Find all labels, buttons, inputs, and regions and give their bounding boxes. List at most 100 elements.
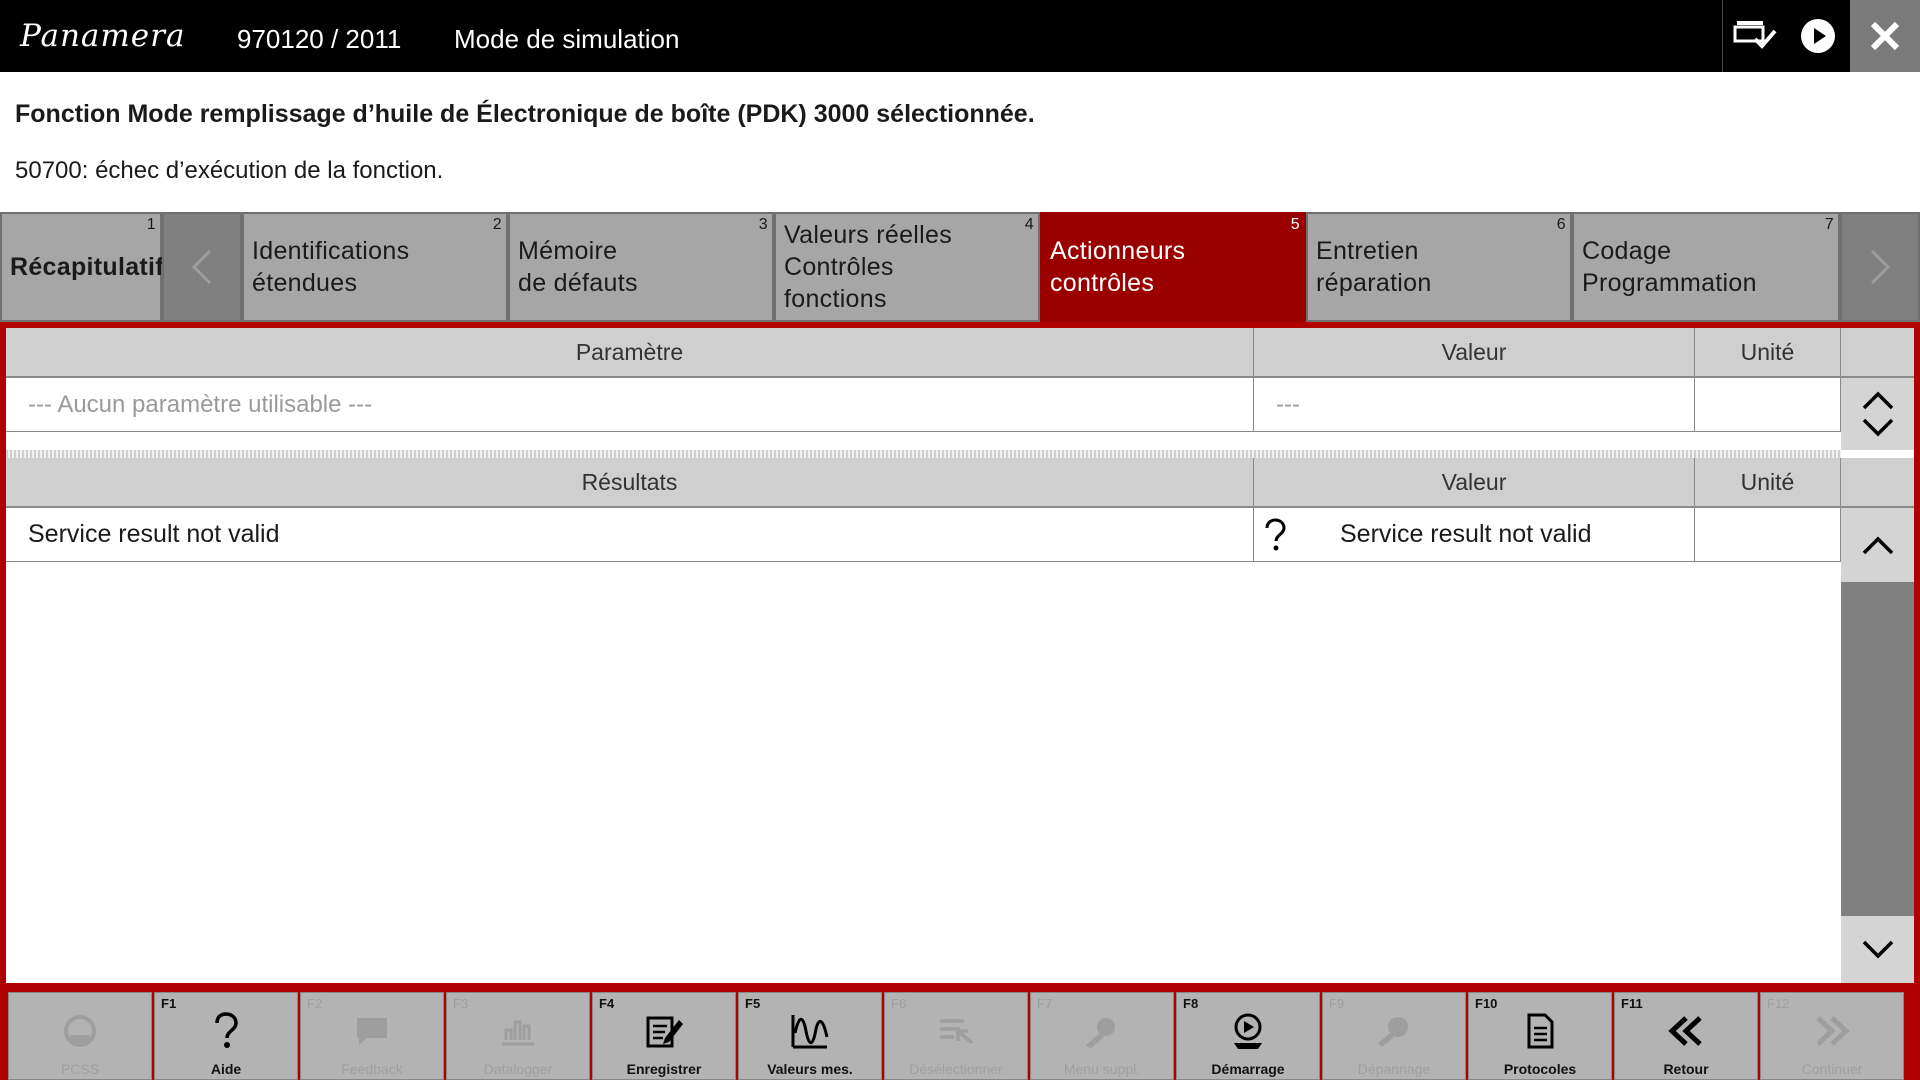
save-button[interactable]: F4 Enregistrer — [592, 992, 736, 1080]
params-scroll-control[interactable] — [1841, 378, 1914, 450]
feedback-icon — [301, 1009, 443, 1053]
table-row-unit — [1695, 378, 1841, 432]
start-icon — [1177, 1009, 1319, 1053]
chevron-down-icon — [1862, 940, 1893, 958]
tab-label: Valeurs réelles Contrôles fonctions — [784, 221, 953, 313]
continue-button[interactable]: F12 Continuer — [1760, 992, 1904, 1080]
table-row-result[interactable]: Service result not valid — [6, 508, 1254, 562]
mode-label: Mode de simulation — [454, 24, 680, 54]
deselect-button[interactable]: F6 Désélectionner — [884, 992, 1028, 1080]
button-label: Dépannage — [1357, 1061, 1431, 1077]
tab-number: 5 — [1290, 216, 1300, 233]
param-value: --- — [1276, 390, 1300, 418]
header-parametre: Paramètre — [6, 328, 1254, 378]
troubleshoot-icon — [1323, 1009, 1465, 1053]
scroll-up-button[interactable] — [1841, 508, 1914, 582]
help-button[interactable]: F1 Aide — [154, 992, 298, 1080]
back-icon — [1615, 1009, 1757, 1053]
button-label: Désélectionner — [909, 1061, 1003, 1077]
button-label: Protocoles — [1503, 1061, 1577, 1077]
tab-number: 3 — [758, 216, 768, 233]
tab-label: Mémoire de défauts — [518, 237, 638, 297]
datalogger-icon — [447, 1009, 589, 1053]
content-panel: Paramètre Valeur Unité --- Aucun paramèt… — [0, 322, 1920, 988]
measurement-icon — [739, 1009, 881, 1053]
button-label: Valeurs mes. — [767, 1061, 853, 1077]
question-icon — [1265, 517, 1286, 550]
button-label: Retour — [1663, 1061, 1709, 1077]
chevron-up-icon — [1862, 536, 1893, 555]
button-label: Feedback — [341, 1061, 403, 1077]
protocol-icon — [1469, 1009, 1611, 1053]
header-spacer — [1841, 458, 1914, 508]
tab-number: 7 — [1824, 216, 1834, 233]
button-label: Enregistrer — [626, 1061, 702, 1077]
chevron-up-icon[interactable] — [1860, 386, 1896, 414]
button-label: Aide — [210, 1061, 242, 1077]
table-row-param[interactable]: --- Aucun paramètre utilisable --- — [6, 378, 1254, 432]
tab-label: Actionneurs contrôles — [1050, 237, 1186, 297]
tab-number: 2 — [492, 216, 502, 233]
measurement-button[interactable]: F5 Valeurs mes. — [738, 992, 882, 1080]
table-row-result-value: Service result not valid — [1254, 508, 1695, 562]
back-button[interactable]: F11 Retour — [1614, 992, 1758, 1080]
close-icon[interactable] — [1850, 0, 1920, 72]
extra-menu-button[interactable]: F7 Menu suppl. — [1030, 992, 1174, 1080]
table-row-result-unit — [1695, 508, 1841, 562]
datalogger-button[interactable]: F3 Datalogger — [446, 992, 590, 1080]
save-icon — [593, 1009, 735, 1053]
header-valeur: Valeur — [1254, 328, 1695, 378]
chevron-down-icon[interactable] — [1860, 414, 1896, 442]
feedback-button[interactable]: F2 Feedback — [300, 992, 444, 1080]
button-label: Démarrage — [1211, 1061, 1285, 1077]
header-unite: Unité — [1695, 328, 1841, 378]
section-separator — [6, 450, 1841, 458]
deselect-icon — [885, 1009, 1027, 1053]
tab-actionneurs[interactable]: 5 Actionneurs contrôles — [1040, 212, 1306, 322]
protocol-button[interactable]: F10 Protocoles — [1468, 992, 1612, 1080]
tab-number: 1 — [146, 216, 156, 233]
start-button[interactable]: F8 Démarrage — [1176, 992, 1320, 1080]
button-label: PCSS — [60, 1061, 100, 1077]
table-row-value: --- — [1254, 378, 1695, 432]
param-name: --- Aucun paramètre utilisable --- — [28, 390, 373, 418]
tab-label: Entretien réparation — [1316, 237, 1432, 297]
troubleshoot-button[interactable]: F9 Dépannage — [1322, 992, 1466, 1080]
tab-entretien[interactable]: 6 Entretien réparation — [1306, 212, 1572, 322]
scroll-down-button[interactable] — [1841, 916, 1914, 983]
vehicle-brand-logo: Panamera — [20, 18, 186, 54]
result-name: Service result not valid — [28, 520, 280, 548]
button-label: Menu suppl. — [1063, 1061, 1141, 1077]
scrollbar-track[interactable] — [1841, 582, 1914, 916]
extra-menu-icon — [1031, 1009, 1173, 1053]
tab-codage[interactable]: 7 Codage Programmation — [1572, 212, 1840, 322]
pcss-icon — [9, 1009, 151, 1053]
tab-memoire-defauts[interactable]: 3 Mémoire de défauts — [508, 212, 774, 322]
tab-scroll-right-button[interactable] — [1840, 212, 1920, 322]
pcss-button[interactable]: PCSS — [8, 992, 152, 1080]
header-valeur-results: Valeur — [1254, 458, 1695, 508]
vehicle-id: 970120 / 2011 — [237, 24, 402, 54]
tab-label: Récapitulatif — [10, 253, 164, 281]
tab-valeurs-reelles[interactable]: 4 Valeurs réelles Contrôles fonctions — [774, 212, 1040, 322]
header-spacer — [1841, 328, 1914, 378]
tab-identifications[interactable]: 2 Identifications étendues — [242, 212, 508, 322]
tab-bar: 1 Récapitulatif 2 Identifications étendu… — [0, 212, 1920, 322]
header-resultats: Résultats — [6, 458, 1254, 508]
help-icon — [155, 1009, 297, 1053]
result-value: Service result not valid — [1340, 520, 1592, 548]
tab-number: 6 — [1556, 216, 1566, 233]
function-key-bar: PCSS F1 Aide F2 Feedback F3 Datalogger F… — [0, 988, 1920, 1080]
chevron-right-icon — [1870, 249, 1891, 285]
play-icon[interactable] — [1786, 0, 1850, 72]
update-check-icon[interactable] — [1722, 0, 1786, 72]
tab-scroll-left-button[interactable] — [162, 212, 242, 322]
tab-label: Identifications étendues — [252, 237, 410, 297]
header-unite-results: Unité — [1695, 458, 1841, 508]
tab-number: 4 — [1024, 216, 1034, 233]
function-message: Fonction Mode remplissage d’huile de Éle… — [15, 100, 1035, 128]
tab-recapitulatif[interactable]: 1 Récapitulatif — [0, 212, 164, 322]
error-message: 50700: échec d’exécution de la fonction. — [15, 157, 444, 184]
top-bar: Panamera 970120 / 2011 Mode de simulatio… — [0, 0, 1920, 72]
chevron-left-icon — [191, 249, 212, 285]
